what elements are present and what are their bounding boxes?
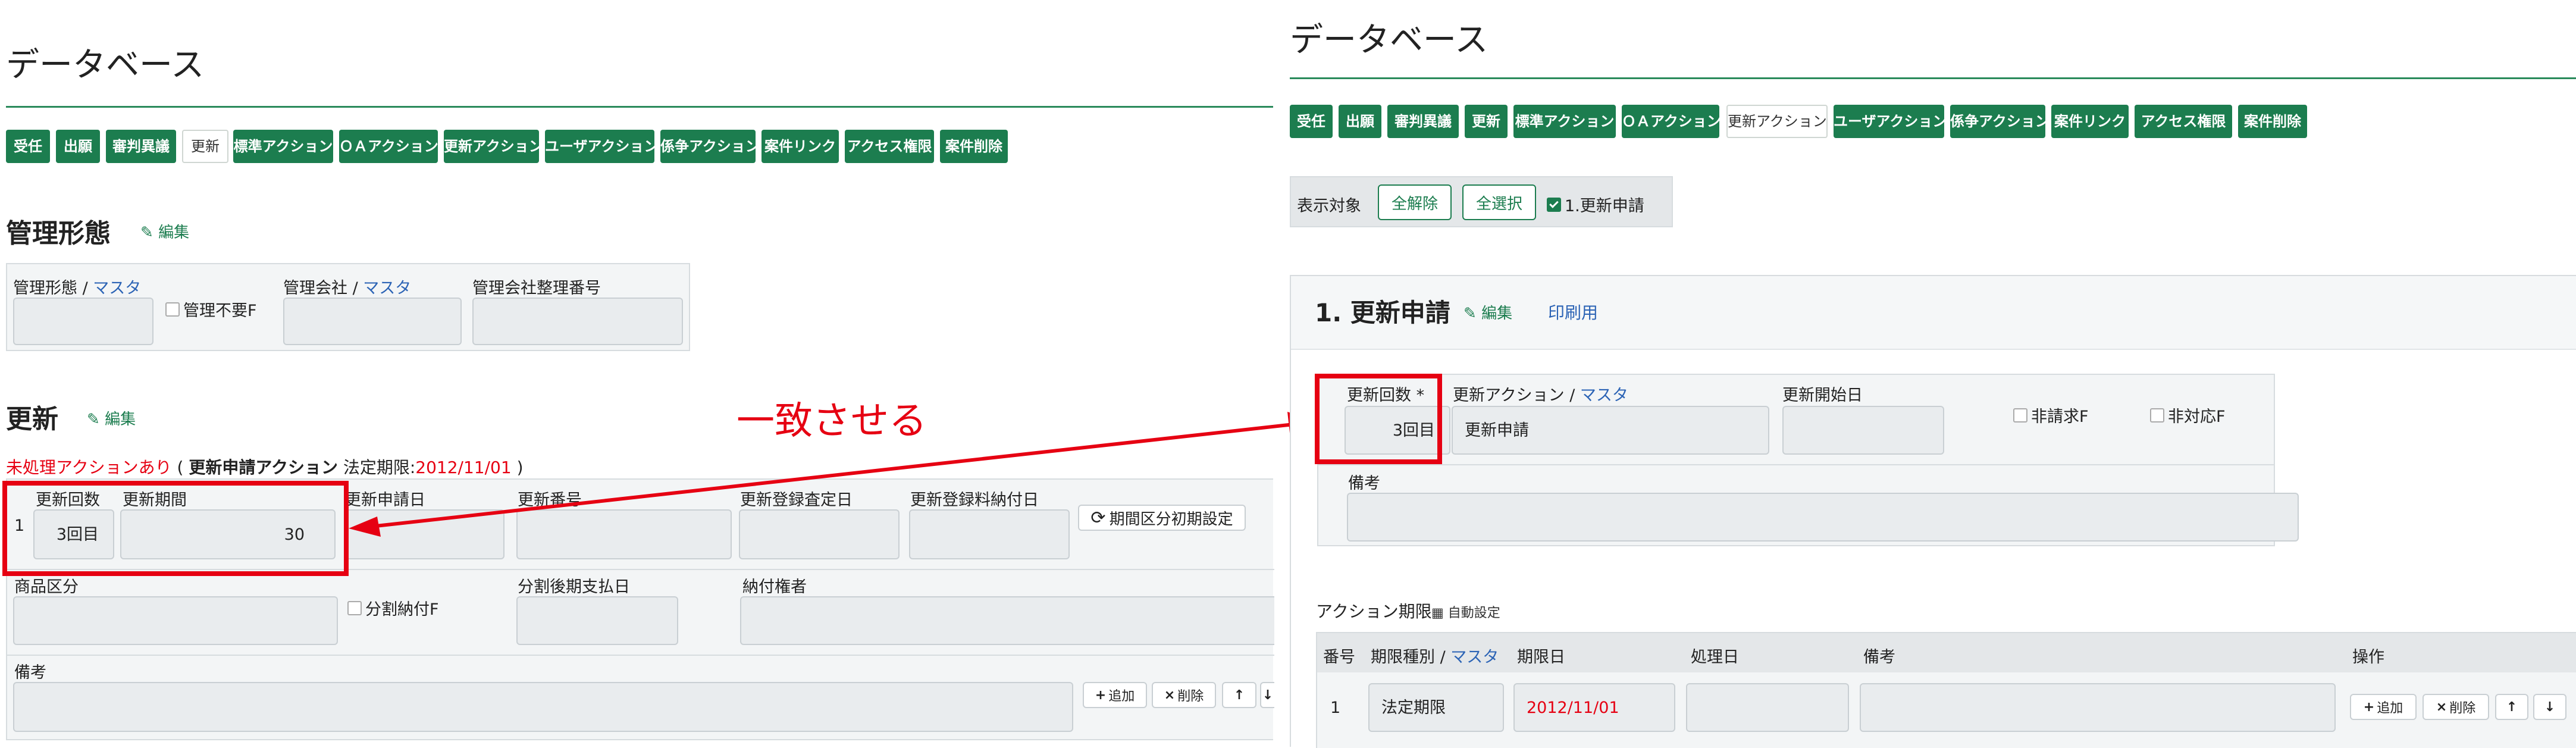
shinsei-form-panel: 更新回数 * 3回目 更新アクション / マスタ 更新申請 更新開始日 非請求F… (1317, 374, 2299, 546)
col-biko: 備考 (1863, 648, 1895, 666)
col-shoribi: 処理日 (1691, 648, 1739, 666)
print-link[interactable]: 印刷用 (1548, 300, 1598, 324)
shoribi-field[interactable] (1686, 683, 1849, 732)
select-all-button[interactable]: 全選択 (1462, 184, 1536, 220)
col-shubetsu: 期限種別 / マスタ (1371, 648, 1499, 666)
master-link[interactable]: マスタ (1450, 648, 1499, 666)
tab-access-rights[interactable]: アクセス権限 (2135, 105, 2232, 138)
edit-icon: ✎ (1464, 305, 1477, 323)
move-up-button[interactable]: ↑ (2495, 694, 2528, 720)
biko-label: 備考 (1348, 474, 1380, 493)
tab-case-link[interactable]: 案件リンク (2051, 105, 2129, 138)
tab-oa-action[interactable]: ＯＡアクション (1622, 105, 1721, 138)
tab-shinpan[interactable]: 審判異議 (1387, 105, 1459, 138)
tab-case-delete[interactable]: 案件削除 (2238, 105, 2307, 138)
x-icon: × (2436, 699, 2447, 715)
clear-all-button[interactable]: 全解除 (1378, 184, 1452, 220)
tab-standard-action[interactable]: 標準アクション (1513, 105, 1616, 138)
tab-koshin-action[interactable]: 更新アクション (1726, 105, 1828, 138)
move-down-button[interactable]: ↓ (2533, 694, 2566, 720)
tab-shutsugan[interactable]: 出願 (1339, 105, 1381, 138)
col-sousa: 操作 (2352, 648, 2384, 666)
action-label: 更新アクション / マスタ (1453, 386, 1628, 405)
filter-label: 表示対象 (1297, 197, 1361, 215)
tab-koshin[interactable]: 更新 (1465, 105, 1508, 138)
title-divider (1290, 77, 2576, 79)
calculator-icon: ▦ (1431, 606, 1444, 621)
shubetsu-field[interactable]: 法定期限 (1368, 683, 1504, 732)
kigen-table: 番号 期限種別 / マスタ 期限日 処理日 備考 操作 1 法定期限 2012/… (1316, 632, 2576, 748)
tab-dispute-action[interactable]: 係争アクション (1950, 105, 2049, 138)
row-number: 1 (1330, 699, 1341, 717)
row-divider (1318, 464, 2274, 465)
row-biko-field[interactable] (1860, 683, 2336, 732)
kaishi-label: 更新開始日 (1782, 386, 1863, 405)
highlight-box-right (1315, 374, 1442, 464)
card-edit-link[interactable]: ✎ 編集 (1464, 301, 1512, 323)
page-title: データベース (1290, 21, 1488, 60)
filter-item-checkbox[interactable]: 1.更新申請 (1547, 193, 1644, 216)
arrow-up-icon: ↑ (2506, 699, 2518, 715)
hiseikyu-checkbox[interactable]: 非請求F (2013, 403, 2089, 427)
delete-button[interactable]: × 削除 (2423, 694, 2489, 720)
add-button[interactable]: + 追加 (2350, 694, 2417, 720)
biko-field[interactable] (1347, 493, 2299, 542)
kigen-table-header (1317, 633, 2576, 672)
master-link[interactable]: マスタ (1580, 386, 1628, 405)
action-field[interactable]: 更新申請 (1452, 406, 1769, 455)
tab-juin[interactable]: 受任 (1290, 105, 1333, 138)
auto-setting-button[interactable]: ▦ 自動設定 (1431, 602, 1500, 621)
kaishi-field[interactable] (1782, 406, 1944, 455)
col-no: 番号 (1323, 648, 1355, 666)
col-kigenbi: 期限日 (1517, 648, 1565, 666)
tab-user-action[interactable]: ユーザアクション (1834, 105, 1947, 138)
kigen-title: アクション期限 (1316, 602, 1432, 621)
display-filter-bar: 表示対象 全解除 全選択 1.更新申請 (1290, 176, 1673, 227)
taiou-checkbox[interactable]: 非対応F (2150, 403, 2226, 427)
plus-icon: + (2363, 699, 2375, 715)
koshin-shinsei-card: 1. 更新申請 ✎ 編集 印刷用 更新回数 * 3回目 更新アクション / マス… (1290, 275, 2576, 748)
kigenbi-field[interactable]: 2012/11/01 (1513, 683, 1675, 732)
arrow-down-icon: ↓ (2544, 699, 2556, 715)
card-title: 1. 更新申請 (1315, 298, 1450, 327)
